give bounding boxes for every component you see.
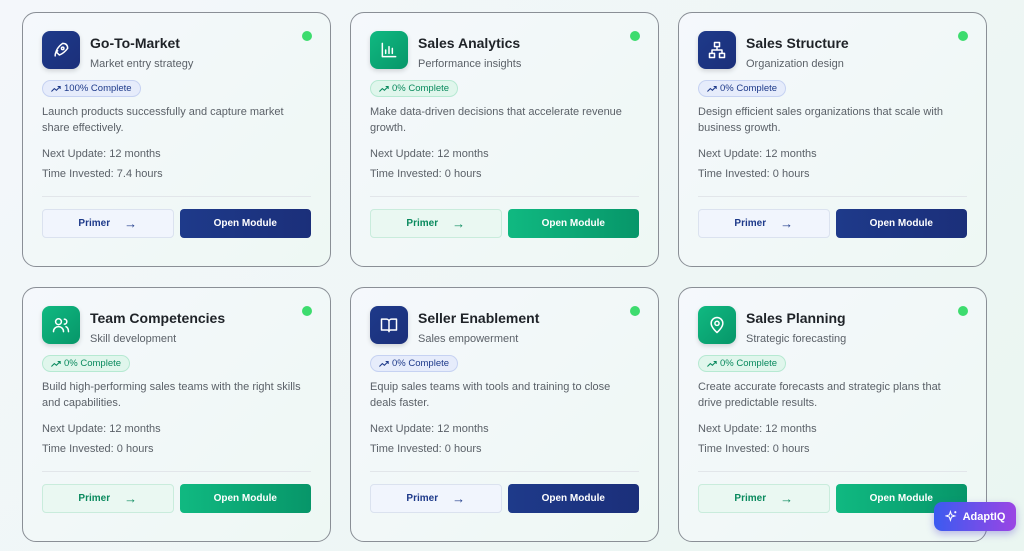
status-dot xyxy=(302,306,312,316)
primer-button[interactable]: Primer → xyxy=(698,483,830,513)
status-dot xyxy=(630,31,640,41)
trending-up-icon xyxy=(379,360,389,367)
arrow-right-icon: → xyxy=(452,490,466,506)
module-description: Make data-driven decisions that accelera… xyxy=(370,105,622,134)
primer-button[interactable]: Primer → xyxy=(698,208,830,238)
module-subtitle: Market entry strategy xyxy=(90,58,194,70)
module-card: Sales Structure Organization design 0% C… xyxy=(678,12,987,267)
module-card: Team Competencies Skill development 0% C… xyxy=(22,287,331,542)
module-description: Create accurate forecasts and strategic … xyxy=(698,380,941,409)
time-invested: Time Invested: 0 hours xyxy=(42,442,154,455)
status-dot xyxy=(630,306,640,316)
divider xyxy=(698,470,967,472)
module-subtitle: Performance insights xyxy=(418,58,522,70)
primer-button[interactable]: Primer → xyxy=(370,208,502,238)
primer-button[interactable]: Primer → xyxy=(42,208,174,238)
module-title: Sales Structure xyxy=(746,35,849,51)
time-invested: Time Invested: 0 hours xyxy=(370,167,482,180)
trending-up-icon xyxy=(707,85,717,92)
status-dot xyxy=(958,306,968,316)
rocket-icon xyxy=(42,31,80,69)
time-invested: Time Invested: 0 hours xyxy=(370,442,482,455)
primer-button[interactable]: Primer → xyxy=(42,483,174,513)
arrow-right-icon: → xyxy=(124,215,138,231)
open-module-button[interactable]: Open Module xyxy=(179,208,311,238)
status-dot xyxy=(302,31,312,41)
module-card: Go-To-Market Market entry strategy 100% … xyxy=(22,12,331,267)
trending-up-icon xyxy=(707,360,717,367)
users-icon xyxy=(42,306,80,344)
module-description: Build high-performing sales teams with t… xyxy=(42,380,301,409)
org-chart-icon xyxy=(698,31,736,69)
next-update: Next Update: 12 months xyxy=(42,422,161,435)
open-module-button[interactable]: Open Module xyxy=(507,483,639,513)
adaptiq-label: AdaptIQ xyxy=(962,510,1006,523)
next-update: Next Update: 12 months xyxy=(370,147,489,160)
module-card: Seller Enablement Sales empowerment 0% C… xyxy=(350,287,659,542)
progress-badge: 0% Complete xyxy=(370,80,459,97)
trending-up-icon xyxy=(51,85,61,92)
status-dot xyxy=(958,31,968,41)
progress-badge: 0% Complete xyxy=(42,355,131,372)
arrow-right-icon: → xyxy=(452,215,466,231)
next-update: Next Update: 12 months xyxy=(42,147,161,160)
next-update: Next Update: 12 months xyxy=(698,422,817,435)
module-description: Equip sales teams with tools and trainin… xyxy=(370,380,611,409)
module-subtitle: Strategic forecasting xyxy=(746,333,847,345)
module-description: Design efficient sales organizations tha… xyxy=(698,105,943,134)
trending-up-icon xyxy=(379,85,389,92)
open-module-button[interactable]: Open Module xyxy=(179,483,311,513)
module-title: Team Competencies xyxy=(90,310,226,326)
trending-up-icon xyxy=(51,360,61,367)
open-module-button[interactable]: Open Module xyxy=(507,208,639,238)
progress-badge: 0% Complete xyxy=(698,355,787,372)
open-module-button[interactable]: Open Module xyxy=(835,208,967,238)
progress-badge: 100% Complete xyxy=(42,80,141,97)
sparkles-icon xyxy=(944,510,957,523)
module-subtitle: Sales empowerment xyxy=(418,333,519,345)
adaptiq-button[interactable]: AdaptIQ xyxy=(934,502,1016,531)
divider xyxy=(370,195,639,197)
map-pin-icon xyxy=(698,306,736,344)
module-description: Launch products successfully and capture… xyxy=(42,105,284,134)
progress-badge: 0% Complete xyxy=(698,80,787,97)
bar-chart-icon xyxy=(370,31,408,69)
time-invested: Time Invested: 7.4 hours xyxy=(42,167,163,180)
module-title: Sales Analytics xyxy=(418,35,521,51)
book-open-icon xyxy=(370,306,408,344)
arrow-right-icon: → xyxy=(124,490,138,506)
module-title: Seller Enablement xyxy=(418,310,540,326)
module-title: Go-To-Market xyxy=(90,35,180,51)
module-subtitle: Skill development xyxy=(90,333,177,345)
time-invested: Time Invested: 0 hours xyxy=(698,442,810,455)
next-update: Next Update: 12 months xyxy=(698,147,817,160)
divider xyxy=(42,470,311,472)
progress-badge: 0% Complete xyxy=(370,355,459,372)
module-card: Sales Analytics Performance insights 0% … xyxy=(350,12,659,267)
arrow-right-icon: → xyxy=(780,215,794,231)
divider xyxy=(698,195,967,197)
next-update: Next Update: 12 months xyxy=(370,422,489,435)
arrow-right-icon: → xyxy=(780,490,794,506)
module-subtitle: Organization design xyxy=(746,58,844,70)
divider xyxy=(370,470,639,472)
divider xyxy=(42,195,311,197)
module-grid: Go-To-Market Market entry strategy 100% … xyxy=(22,12,987,542)
module-title: Sales Planning xyxy=(746,310,846,326)
primer-button[interactable]: Primer → xyxy=(370,483,502,513)
time-invested: Time Invested: 0 hours xyxy=(698,167,810,180)
